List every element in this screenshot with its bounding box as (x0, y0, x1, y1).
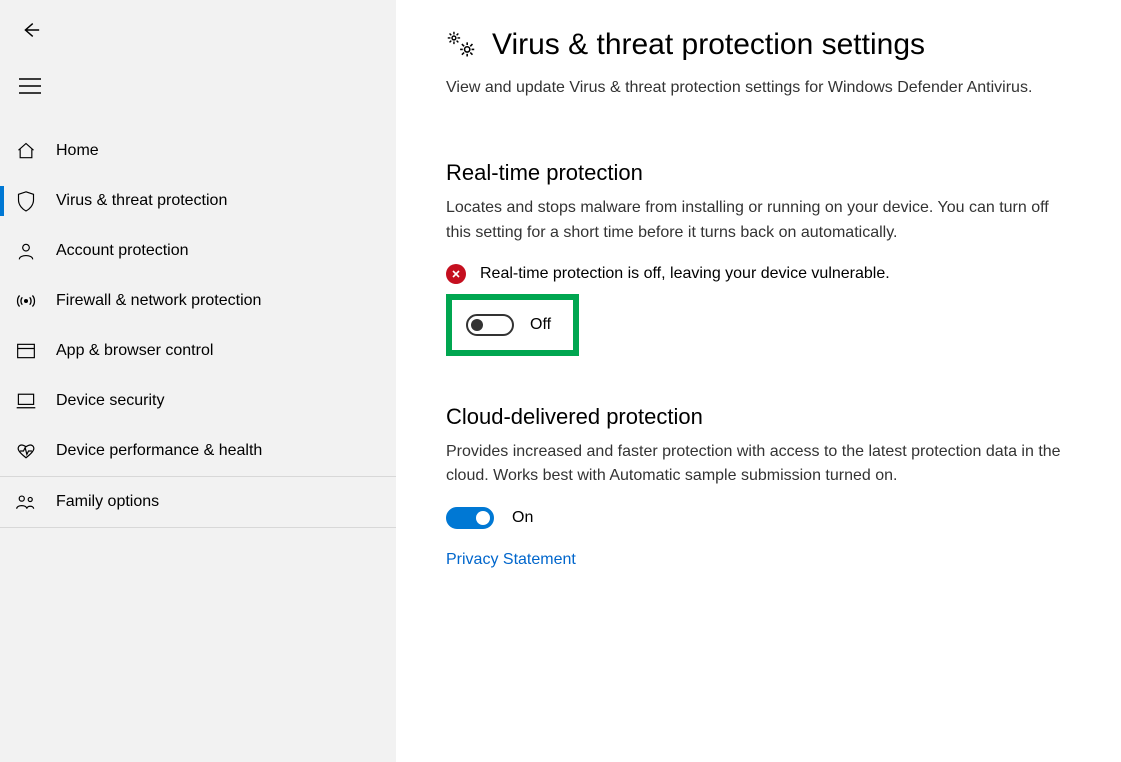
person-icon (14, 239, 38, 263)
cloud-toggle-row: On (446, 507, 1081, 529)
signal-icon (14, 289, 38, 313)
page-subtitle: View and update Virus & threat protectio… (446, 76, 1081, 100)
nav-item-label: Home (56, 142, 99, 160)
nav-item-virus-threat[interactable]: Virus & threat protection (0, 176, 396, 226)
nav-item-label: Device security (56, 392, 164, 410)
heart-pulse-icon (14, 439, 38, 463)
family-icon (14, 490, 38, 514)
nav-item-performance[interactable]: Device performance & health (0, 426, 396, 476)
nav-item-label: Firewall & network protection (56, 292, 261, 310)
toggle-knob (471, 319, 483, 331)
realtime-warning-text: Real-time protection is off, leaving you… (480, 265, 890, 283)
back-arrow-icon (19, 19, 41, 41)
toggle-knob (476, 511, 490, 525)
hamburger-icon (19, 77, 41, 95)
nav-item-device-security[interactable]: Device security (0, 376, 396, 426)
privacy-statement-link[interactable]: Privacy Statement (446, 551, 576, 569)
page-title-row: Virus & threat protection settings (446, 28, 1081, 62)
laptop-icon (14, 389, 38, 413)
nav-item-label: Virus & threat protection (56, 192, 227, 210)
realtime-toggle[interactable] (466, 314, 514, 336)
nav-item-home[interactable]: Home (0, 126, 396, 176)
browser-icon (14, 339, 38, 363)
nav-divider (0, 527, 396, 528)
nav-item-family[interactable]: Family options (0, 477, 396, 527)
content-area: Virus & threat protection settings View … (396, 0, 1121, 762)
cloud-toggle-label: On (512, 509, 533, 527)
error-icon (446, 264, 466, 284)
highlight-callout: Off (446, 294, 579, 356)
page-title: Virus & threat protection settings (492, 28, 925, 62)
realtime-section-title: Real-time protection (446, 160, 1081, 186)
nav-item-label: Family options (56, 493, 159, 511)
nav-list: Home Virus & threat protection Account p… (0, 126, 396, 528)
nav-item-app-browser[interactable]: App & browser control (0, 326, 396, 376)
nav-item-label: Device performance & health (56, 442, 262, 460)
nav-item-firewall[interactable]: Firewall & network protection (0, 276, 396, 326)
sidebar: Home Virus & threat protection Account p… (0, 0, 396, 762)
realtime-toggle-label: Off (530, 316, 551, 334)
cloud-section-title: Cloud-delivered protection (446, 404, 1081, 430)
realtime-warning-row: Real-time protection is off, leaving you… (446, 264, 1081, 284)
shield-icon (14, 189, 38, 213)
home-icon (14, 139, 38, 163)
cloud-section-desc: Provides increased and faster protection… (446, 440, 1066, 490)
nav-item-label: App & browser control (56, 342, 213, 360)
nav-item-label: Account protection (56, 242, 189, 260)
nav-item-account[interactable]: Account protection (0, 226, 396, 276)
realtime-section-desc: Locates and stops malware from installin… (446, 196, 1066, 246)
gears-icon (446, 31, 476, 59)
cloud-toggle[interactable] (446, 507, 494, 529)
menu-button[interactable] (10, 66, 50, 106)
back-button[interactable] (10, 10, 50, 50)
